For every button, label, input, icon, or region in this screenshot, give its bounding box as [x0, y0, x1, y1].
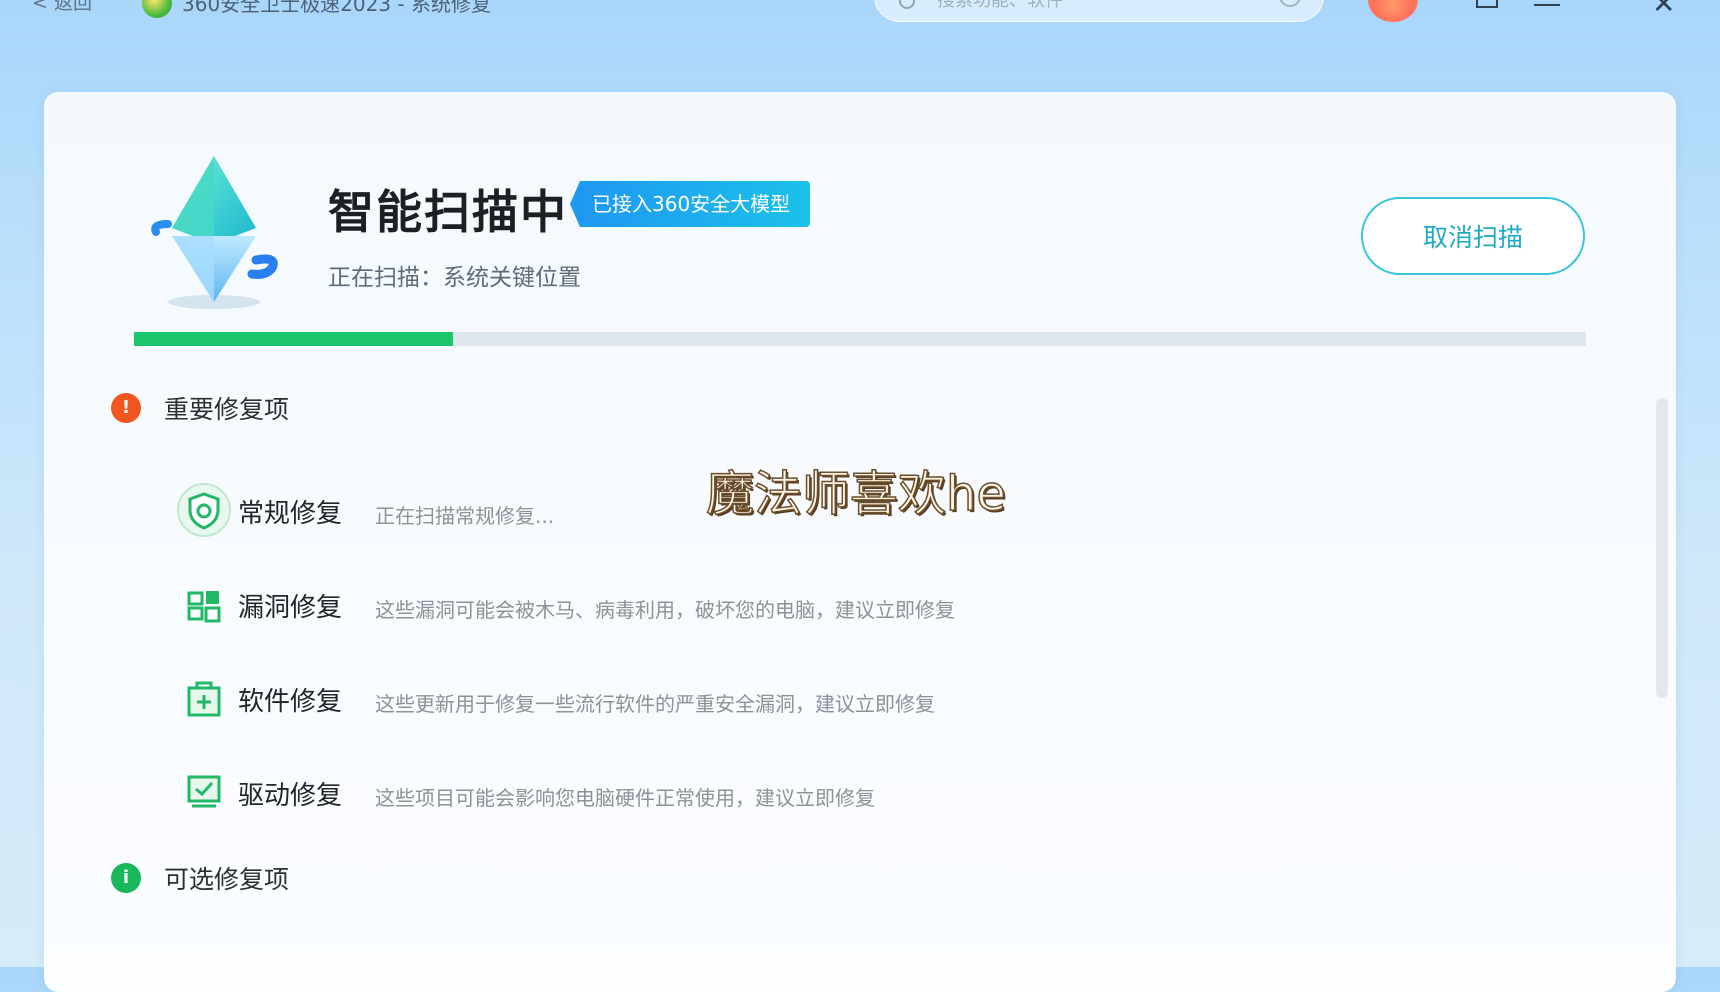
title-bar: < 返回 360安全卫士极速2023 - 系统修复 ✕ [0, 0, 1720, 40]
warning-icon: ! [111, 393, 141, 423]
important-section-title: 重要修复项 [164, 395, 290, 424]
item-desc-vulnerability: 这些漏洞可能会被木马、病毒利用，破坏您的电脑，建议立即修复 [375, 598, 955, 622]
windows-icon [187, 591, 221, 623]
item-name-vulnerability[interactable]: 漏洞修复 [238, 587, 342, 624]
driver-monitor-icon [187, 775, 221, 808]
item-name-software[interactable]: 软件修复 [238, 681, 342, 718]
info-icon: i [111, 863, 141, 893]
app-logo-icon [142, 0, 172, 18]
shield-icon [177, 483, 231, 537]
watermark-text: 魔法师喜欢he [705, 465, 1006, 523]
shield-icon[interactable] [1279, 0, 1301, 7]
scan-title: 智能扫描中 [328, 185, 568, 239]
scrollbar[interactable] [1656, 398, 1668, 698]
cancel-scan-button[interactable]: 取消扫描 [1361, 197, 1585, 275]
crystal-logo-icon [151, 156, 278, 309]
minimize-icon[interactable] [1534, 4, 1560, 6]
search-icon [899, 0, 915, 9]
scan-progress-fill [134, 332, 454, 346]
scan-progress-bar [134, 332, 1586, 346]
search-input[interactable] [935, 0, 1259, 12]
ai-model-badge: 已接入360安全大模型 [570, 181, 811, 227]
item-name-general[interactable]: 常规修复 [238, 493, 342, 530]
avatar[interactable] [1368, 0, 1418, 22]
item-desc-software: 这些更新用于修复一些流行软件的严重安全漏洞，建议立即修复 [375, 692, 935, 716]
item-name-driver[interactable]: 驱动修复 [238, 775, 342, 812]
close-icon[interactable]: ✕ [1652, 0, 1675, 18]
scan-status-text: 正在扫描：系统关键位置 [328, 265, 581, 291]
app-title: 360安全卫士极速2023 - 系统修复 [182, 0, 492, 16]
item-desc-driver: 这些项目可能会影响您电脑硬件正常使用，建议立即修复 [375, 786, 875, 810]
search-box[interactable] [874, 0, 1324, 22]
back-button[interactable]: < 返回 [32, 0, 92, 15]
software-box-icon [187, 681, 221, 717]
optional-section-title: 可选修复项 [164, 865, 290, 894]
restore-icon[interactable] [1476, 0, 1498, 8]
item-desc-general: 正在扫描常规修复... [375, 504, 555, 528]
